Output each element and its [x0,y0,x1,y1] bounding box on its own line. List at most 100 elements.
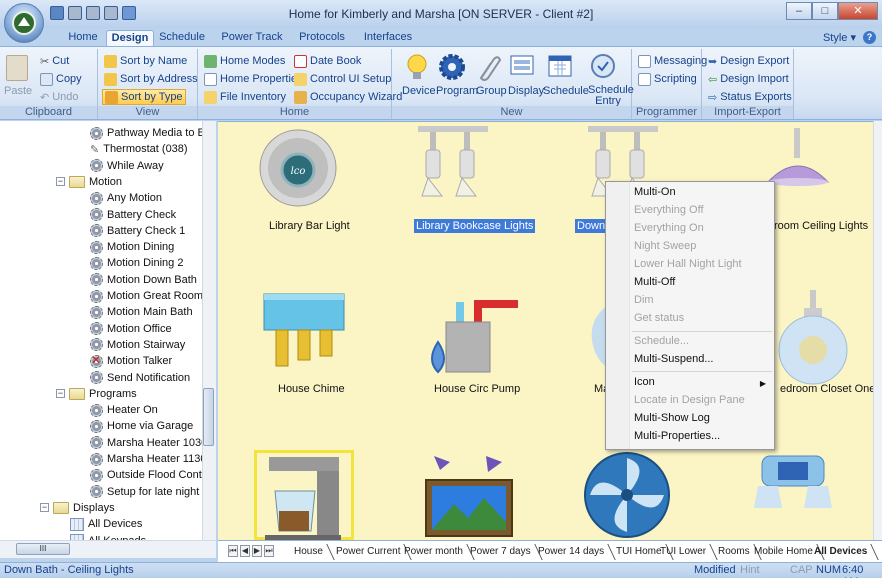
tab-schedule[interactable]: Schedule [158,30,206,46]
landscape-display-icon[interactable] [424,452,514,538]
sort-by-address-button[interactable]: Sort by Address [104,71,198,87]
tree-item[interactable]: Outside Flood Control [90,467,214,483]
tab-design[interactable]: Design [106,30,154,46]
tree-item[interactable]: ✎ Thermostat (038) [90,141,188,157]
track-light-icon[interactable] [418,126,488,206]
tree-item[interactable]: − Programs [56,386,137,402]
sheet-tab[interactable]: Power Current [336,544,400,560]
fan-icon[interactable] [582,450,672,540]
tree-item[interactable]: All Keypads [70,533,146,540]
tab-protocols[interactable]: Protocols [294,30,350,46]
tree-item[interactable]: Heater On [90,402,158,418]
tree-item[interactable]: Motion Dining 2 [90,255,183,271]
tree-item[interactable]: Send Notification [90,370,190,386]
sheet-tab[interactable]: Power month [404,544,463,560]
context-menu-item[interactable]: Multi-Suspend... [634,353,713,365]
application-menu-button[interactable] [4,3,44,43]
tree-item[interactable]: Setup for late night retur [90,484,215,500]
sort-by-name-button[interactable]: Sort by Name [104,53,187,69]
tab-home[interactable]: Home [62,30,104,46]
context-menu-item[interactable]: Multi-Properties... [634,430,720,442]
prev-sheet-button[interactable]: ◀ [240,545,250,557]
sort-by-type-button[interactable]: Sort by Type [102,89,186,105]
context-menu-item[interactable]: Night Sweep [634,240,696,252]
tree-item[interactable]: Motion Dining [90,239,174,255]
copy-button[interactable]: Copy [40,71,82,87]
tab-power-track[interactable]: Power Track [220,30,284,46]
context-menu-item[interactable]: Lower Hall Night Light [634,258,742,270]
design-import-button[interactable]: ⇦ Design Import [708,71,789,87]
device-label[interactable]: edroom Closet One [778,382,873,396]
context-menu-item[interactable]: Everything On [634,222,704,234]
context-menu-item[interactable]: Everything Off [634,204,704,216]
new-display-button[interactable]: Display [508,85,544,97]
sheet-tab[interactable]: Mobile Home [754,544,813,560]
new-schedule-button[interactable]: Schedule [543,85,589,97]
tree-vertical-scrollbar[interactable] [202,121,216,540]
bulb-icon[interactable] [774,290,854,386]
collapse-icon[interactable]: − [56,389,65,399]
maximize-button[interactable]: □ [812,2,838,20]
tree-item[interactable]: Motion Office [90,321,172,337]
tree-item[interactable]: Motion Main Bath [90,304,193,320]
close-button[interactable]: ✕ [838,2,878,20]
bar-light-icon[interactable]: lco [258,128,338,208]
undo-button[interactable]: ↶ Undo [40,89,79,105]
new-device-button[interactable]: Device [402,85,436,97]
tree-item[interactable]: Marsha Heater 1130 [90,451,206,467]
sheet-tab[interactable]: All Devices [814,544,867,560]
design-export-button[interactable]: ➥ Design Export [708,53,789,69]
tree-item[interactable]: Any Motion [90,190,162,206]
help-icon[interactable]: ? [863,31,876,44]
scripting-button[interactable]: Scripting [638,71,697,87]
tree-item[interactable]: − Motion [56,174,122,190]
minimize-button[interactable]: – [786,2,812,20]
tree-item[interactable]: All Devices [70,516,142,532]
context-menu-item[interactable]: Dim [634,294,654,306]
new-program-button[interactable]: Program [436,85,478,97]
sheet-tab[interactable]: Power 14 days [538,544,604,560]
design-tree[interactable]: Pathway Media to Bed ✎ Thermostat (038) Whi… [0,121,216,540]
canvas-vertical-scrollbar[interactable] [873,121,882,540]
next-sheet-button[interactable]: ▶ [252,545,262,557]
tree-item[interactable]: Marsha Heater 1030 [90,435,207,451]
paste-button[interactable]: Paste [4,85,32,97]
last-sheet-button[interactable]: ⏭ [264,545,274,557]
sheet-tab[interactable]: Power 7 days [470,544,531,560]
device-label[interactable]: House Chime [276,382,347,396]
device-label[interactable]: room Ceiling Lights [772,219,870,233]
home-modes-button[interactable]: Home Modes [204,53,285,69]
style-dropdown[interactable]: Style ▾ [823,31,856,44]
occupancy-wizard-button[interactable]: Occupancy Wizard [294,89,402,105]
home-properties-button[interactable]: Home Properties [204,71,303,87]
messaging-button[interactable]: Messaging [638,53,707,69]
tree-item[interactable]: − Displays [40,500,115,516]
device-label-selected[interactable]: Down [575,219,608,233]
context-menu-item[interactable]: Get status [634,312,684,324]
device-label-selected[interactable]: Library Bookcase Lights [414,219,536,233]
chime-icon[interactable] [262,290,348,370]
tree-item[interactable]: Battery Check 1 [90,223,185,239]
date-book-button[interactable]: Date Book [294,53,361,69]
context-menu-item[interactable]: Icon [634,376,655,388]
context-menu-item[interactable]: Multi-Off [634,276,675,288]
collapse-icon[interactable]: − [56,177,65,187]
context-menu-item[interactable]: Multi-On [634,186,676,198]
new-schedule-entry-button[interactable]: Schedule Entry [588,85,634,107]
tree-item[interactable]: Motion Stairway [90,337,185,353]
cut-button[interactable]: ✂ Cut [40,53,69,69]
file-inventory-button[interactable]: File Inventory [204,89,286,105]
tree-item[interactable]: Battery Check [90,207,176,223]
new-group-button[interactable]: Group [476,85,507,97]
sheet-tab[interactable]: House [294,544,323,560]
tree-hscroll-thumb[interactable]: III [16,543,70,555]
tree-item[interactable]: While Away [90,158,164,174]
tree-item[interactable]: Home via Garage [90,418,193,434]
pump-icon[interactable] [418,292,528,378]
sheet-tab[interactable]: TUI Lower [660,544,706,560]
outdoor-light-icon[interactable] [748,448,838,518]
sheet-tab[interactable]: Rooms [718,544,750,560]
context-menu-item[interactable]: Multi-Show Log [634,412,710,424]
tree-item[interactable]: ✕ Motion Talker [90,353,172,369]
device-label[interactable]: Library Bar Light [267,219,352,233]
